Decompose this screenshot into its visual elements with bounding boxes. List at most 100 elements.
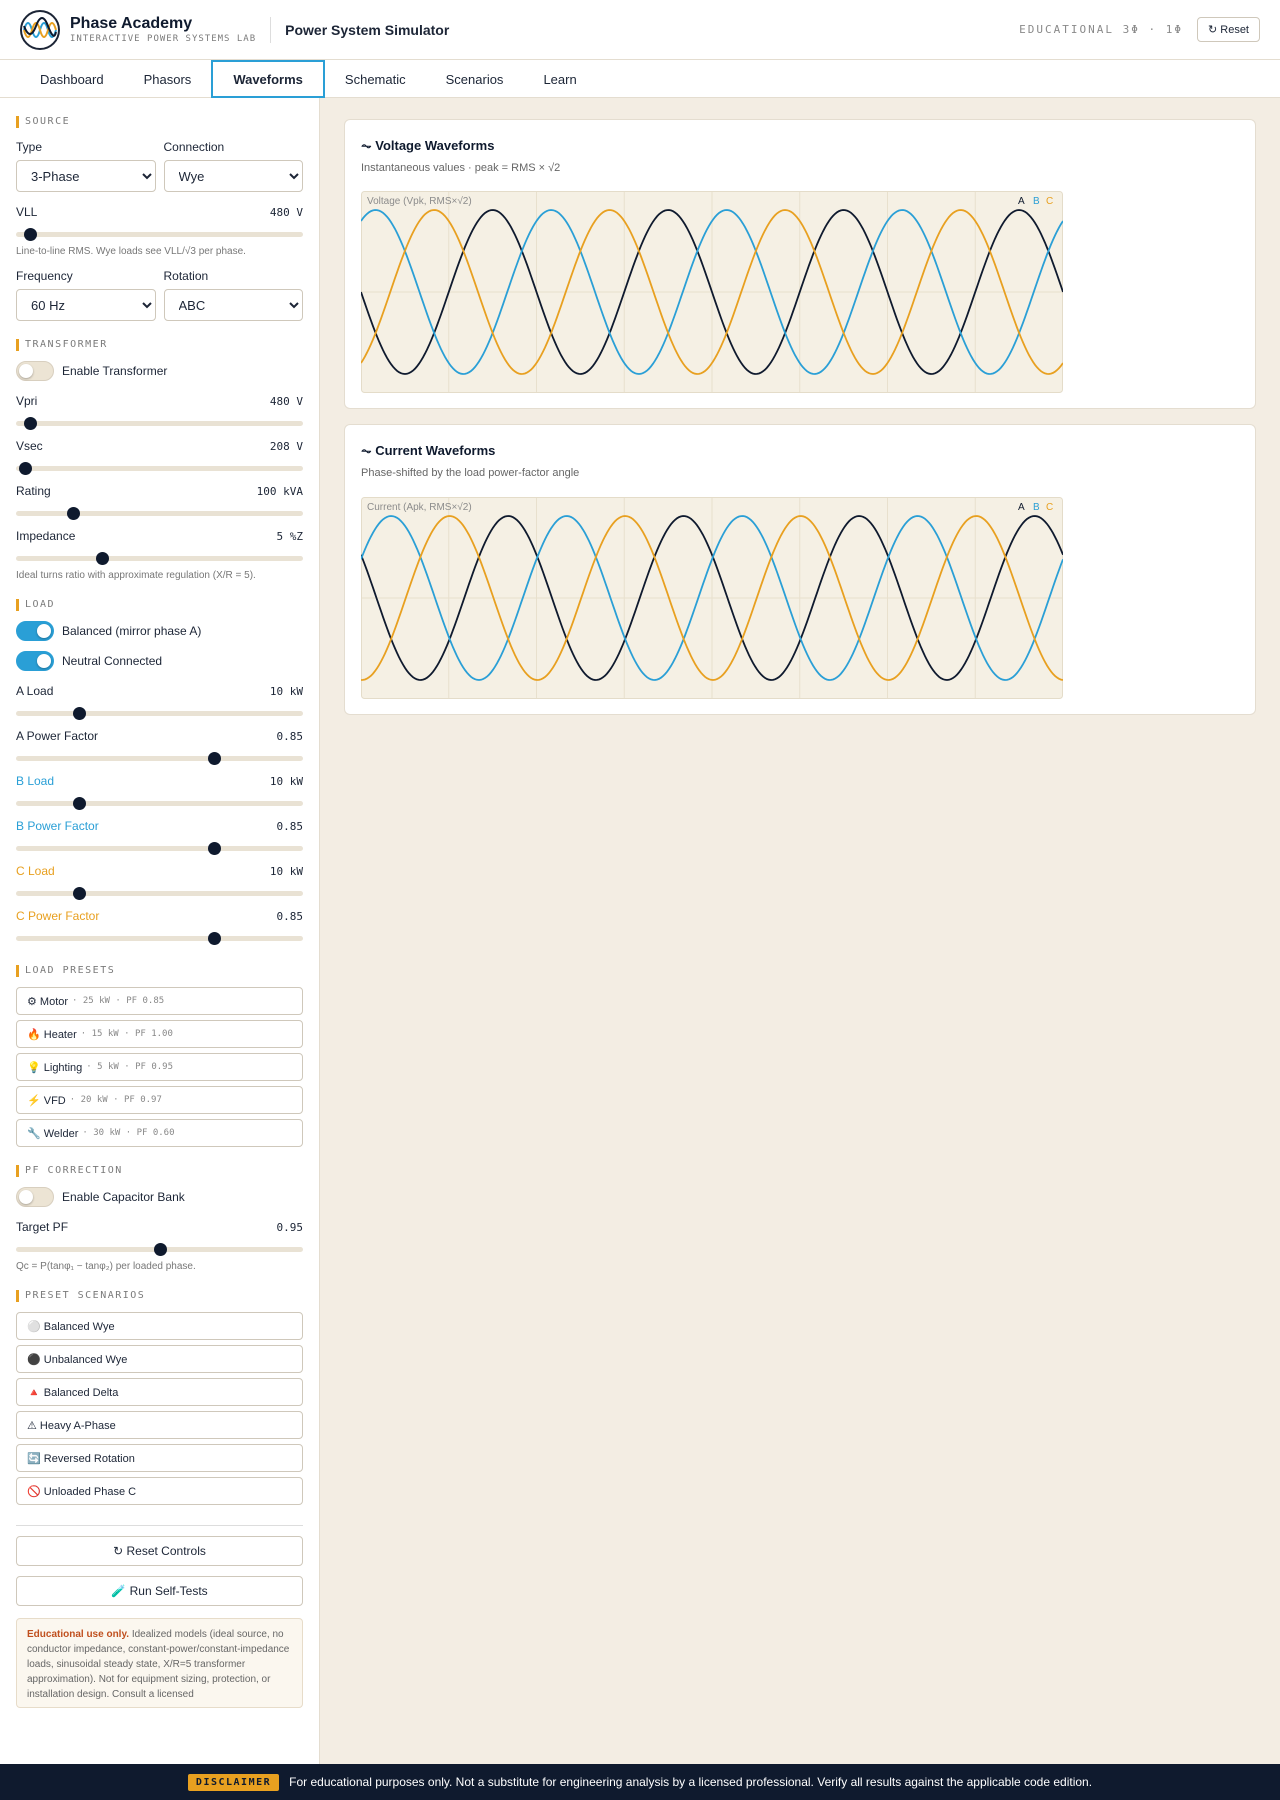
section-source: SOURCE <box>16 116 303 128</box>
neutral-toggle[interactable] <box>16 651 54 671</box>
balanced-toggle-label: Balanced (mirror phase A) <box>62 624 202 638</box>
tab-phasors[interactable]: Phasors <box>124 60 212 98</box>
a-pf-value: 0.85 <box>276 729 304 743</box>
scenario-unloaded-phase-c[interactable]: 🚫 Unloaded Phase C <box>16 1477 303 1505</box>
c-pf-value: 0.85 <box>276 909 304 923</box>
rating-slider-thumb[interactable] <box>67 507 81 520</box>
legend-c: C <box>1046 196 1053 207</box>
legend-a: A <box>1018 502 1025 513</box>
app-title: Power System Simulator <box>285 21 450 38</box>
rotation-select[interactable]: ABC <box>163 289 303 321</box>
scenario-reversed-rotation[interactable]: 🔄 Reversed Rotation <box>16 1444 303 1472</box>
current-card-title: ⏦ Current Waveforms <box>361 443 496 458</box>
capacitor-bank-label: Enable Capacitor Bank <box>62 1190 185 1204</box>
legend-a: A <box>1018 196 1025 207</box>
c-load-label: C Load <box>16 864 55 878</box>
voltage-card-title: ⏦ Voltage Waveforms <box>361 138 495 153</box>
b-pf-label: B Power Factor <box>16 819 99 833</box>
reset-controls-button[interactable]: ↻ Reset Controls <box>16 1536 303 1566</box>
tab-dashboard[interactable]: Dashboard <box>20 60 124 98</box>
capacitor-bank-toggle[interactable] <box>16 1187 54 1207</box>
preset-motor-button[interactable]: ⚙ Motor · 25 kW · PF 0.85 <box>16 987 303 1015</box>
vll-value: 480 V <box>269 205 303 219</box>
brand-name: Phase Academy <box>70 15 193 32</box>
pfc-hint: Qc = P(tanφ₁ − tanφ₂) per loaded phase. <box>16 1261 196 1272</box>
scenario-unbalanced-wye[interactable]: ⚫ Unbalanced Wye <box>16 1345 303 1373</box>
edition-label: EDUCATIONAL 3Φ · 1Φ <box>1019 23 1183 36</box>
vll-slider-thumb[interactable] <box>24 228 38 241</box>
balanced-toggle[interactable] <box>16 621 54 641</box>
current-waveforms-card: ⏦ Current Waveforms Phase-shifted by the… <box>344 424 1256 715</box>
disclaimer-badge: DISCLAIMER <box>187 1773 280 1791</box>
c-load-value: 10 kW <box>269 864 303 878</box>
transformer-toggle[interactable] <box>16 361 54 381</box>
b-pf-value: 0.85 <box>276 819 304 833</box>
app-header: Phase Academy INTERACTIVE POWER SYSTEMS … <box>0 0 1280 60</box>
tab-schematic[interactable]: Schematic <box>325 60 426 98</box>
type-select[interactable]: 3-Phase <box>16 160 156 192</box>
type-label: Type <box>16 140 43 154</box>
voltage-plot: Voltage (Vpk, RMS×√2) A B C <box>361 191 1063 393</box>
voltage-plot-label: Voltage (Vpk, RMS×√2) <box>367 195 472 207</box>
c-pf-slider-thumb[interactable] <box>208 932 222 945</box>
target-pf-value: 0.95 <box>276 1220 304 1234</box>
vpri-slider-thumb[interactable] <box>24 417 38 430</box>
impedance-value: 5 %Z <box>276 529 304 543</box>
section-load: LOAD <box>16 599 303 611</box>
control-sidebar: SOURCE Type 3-Phase Connection Wye VLL 48… <box>0 98 320 1800</box>
a-pf-label: A Power Factor <box>16 729 99 743</box>
voltage-card-subtitle: Instantaneous values · peak = RMS × √2 <box>361 162 561 174</box>
c-pf-label: C Power Factor <box>16 909 100 923</box>
rating-label: Rating <box>16 484 51 498</box>
a-load-label: A Load <box>16 684 54 698</box>
frequency-select[interactable]: 60 Hz <box>16 289 156 321</box>
header-reset-button[interactable]: ↻ Reset <box>1196 17 1260 42</box>
b-load-slider-thumb[interactable] <box>73 797 87 810</box>
scenario-balanced-delta[interactable]: 🔺 Balanced Delta <box>16 1378 303 1406</box>
section-load-presets: LOAD PRESETS <box>16 965 303 977</box>
disclaimer-bar: DISCLAIMER For educational purposes only… <box>0 1764 1280 1800</box>
b-pf-slider-thumb[interactable] <box>208 842 222 855</box>
tab-learn[interactable]: Learn <box>523 60 596 98</box>
a-load-value: 10 kW <box>269 684 303 698</box>
vpri-label: Vpri <box>16 394 38 408</box>
divider <box>16 1525 303 1526</box>
run-self-tests-button[interactable]: 🧪 Run Self-Tests <box>16 1576 303 1606</box>
educational-note: Educational use only. Idealized models (… <box>16 1618 303 1708</box>
target-pf-label: Target PF <box>16 1220 69 1234</box>
tab-scenarios[interactable]: Scenarios <box>426 60 524 98</box>
vpri-value: 480 V <box>269 394 303 408</box>
current-plot-label: Current (Apk, RMS×√2) <box>367 501 472 513</box>
vll-slider: VLL 480 V <box>16 204 303 241</box>
legend-b: B <box>1033 502 1040 513</box>
legend-b: B <box>1033 196 1040 207</box>
b-load-value: 10 kW <box>269 774 303 788</box>
section-pf-correction: PF CORRECTION <box>16 1165 303 1177</box>
tab-waveforms[interactable]: Waveforms <box>211 60 325 98</box>
impedance-label: Impedance <box>16 529 76 543</box>
transformer-toggle-label: Enable Transformer <box>62 364 168 378</box>
vsec-value: 208 V <box>269 439 303 453</box>
preset-welder-button[interactable]: 🔧 Welder · 30 kW · PF 0.60 <box>16 1119 303 1147</box>
scenario-heavy-a-phase[interactable]: ⚠ Heavy A-Phase <box>16 1411 303 1439</box>
current-plot: Current (Apk, RMS×√2) A B C <box>361 497 1063 699</box>
brand-tagline: INTERACTIVE POWER SYSTEMS LAB <box>70 34 257 44</box>
neutral-toggle-label: Neutral Connected <box>62 654 163 668</box>
c-load-slider-thumb[interactable] <box>73 887 87 900</box>
preset-lighting-button[interactable]: 💡 Lighting · 5 kW · PF 0.95 <box>16 1053 303 1081</box>
legend-c: C <box>1046 502 1053 513</box>
a-load-slider-thumb[interactable] <box>73 707 87 720</box>
preset-heater-button[interactable]: 🔥 Heater · 15 kW · PF 1.00 <box>16 1020 303 1048</box>
target-pf-slider-thumb[interactable] <box>153 1243 167 1256</box>
main-tabs: Dashboard Phasors Waveforms Schematic Sc… <box>0 60 1280 98</box>
preset-vfd-button[interactable]: ⚡ VFD · 20 kW · PF 0.97 <box>16 1086 303 1114</box>
vsec-label: Vsec <box>16 439 43 453</box>
note-bold: Educational use only. <box>27 1629 130 1640</box>
vll-label: VLL <box>16 205 38 219</box>
connection-select[interactable]: Wye <box>163 160 303 192</box>
scenario-balanced-wye[interactable]: ⚪ Balanced Wye <box>16 1312 303 1340</box>
a-pf-slider-thumb[interactable] <box>208 752 222 765</box>
frequency-label: Frequency <box>16 269 73 283</box>
impedance-slider-thumb[interactable] <box>96 552 110 565</box>
vsec-slider-thumb[interactable] <box>18 462 32 475</box>
